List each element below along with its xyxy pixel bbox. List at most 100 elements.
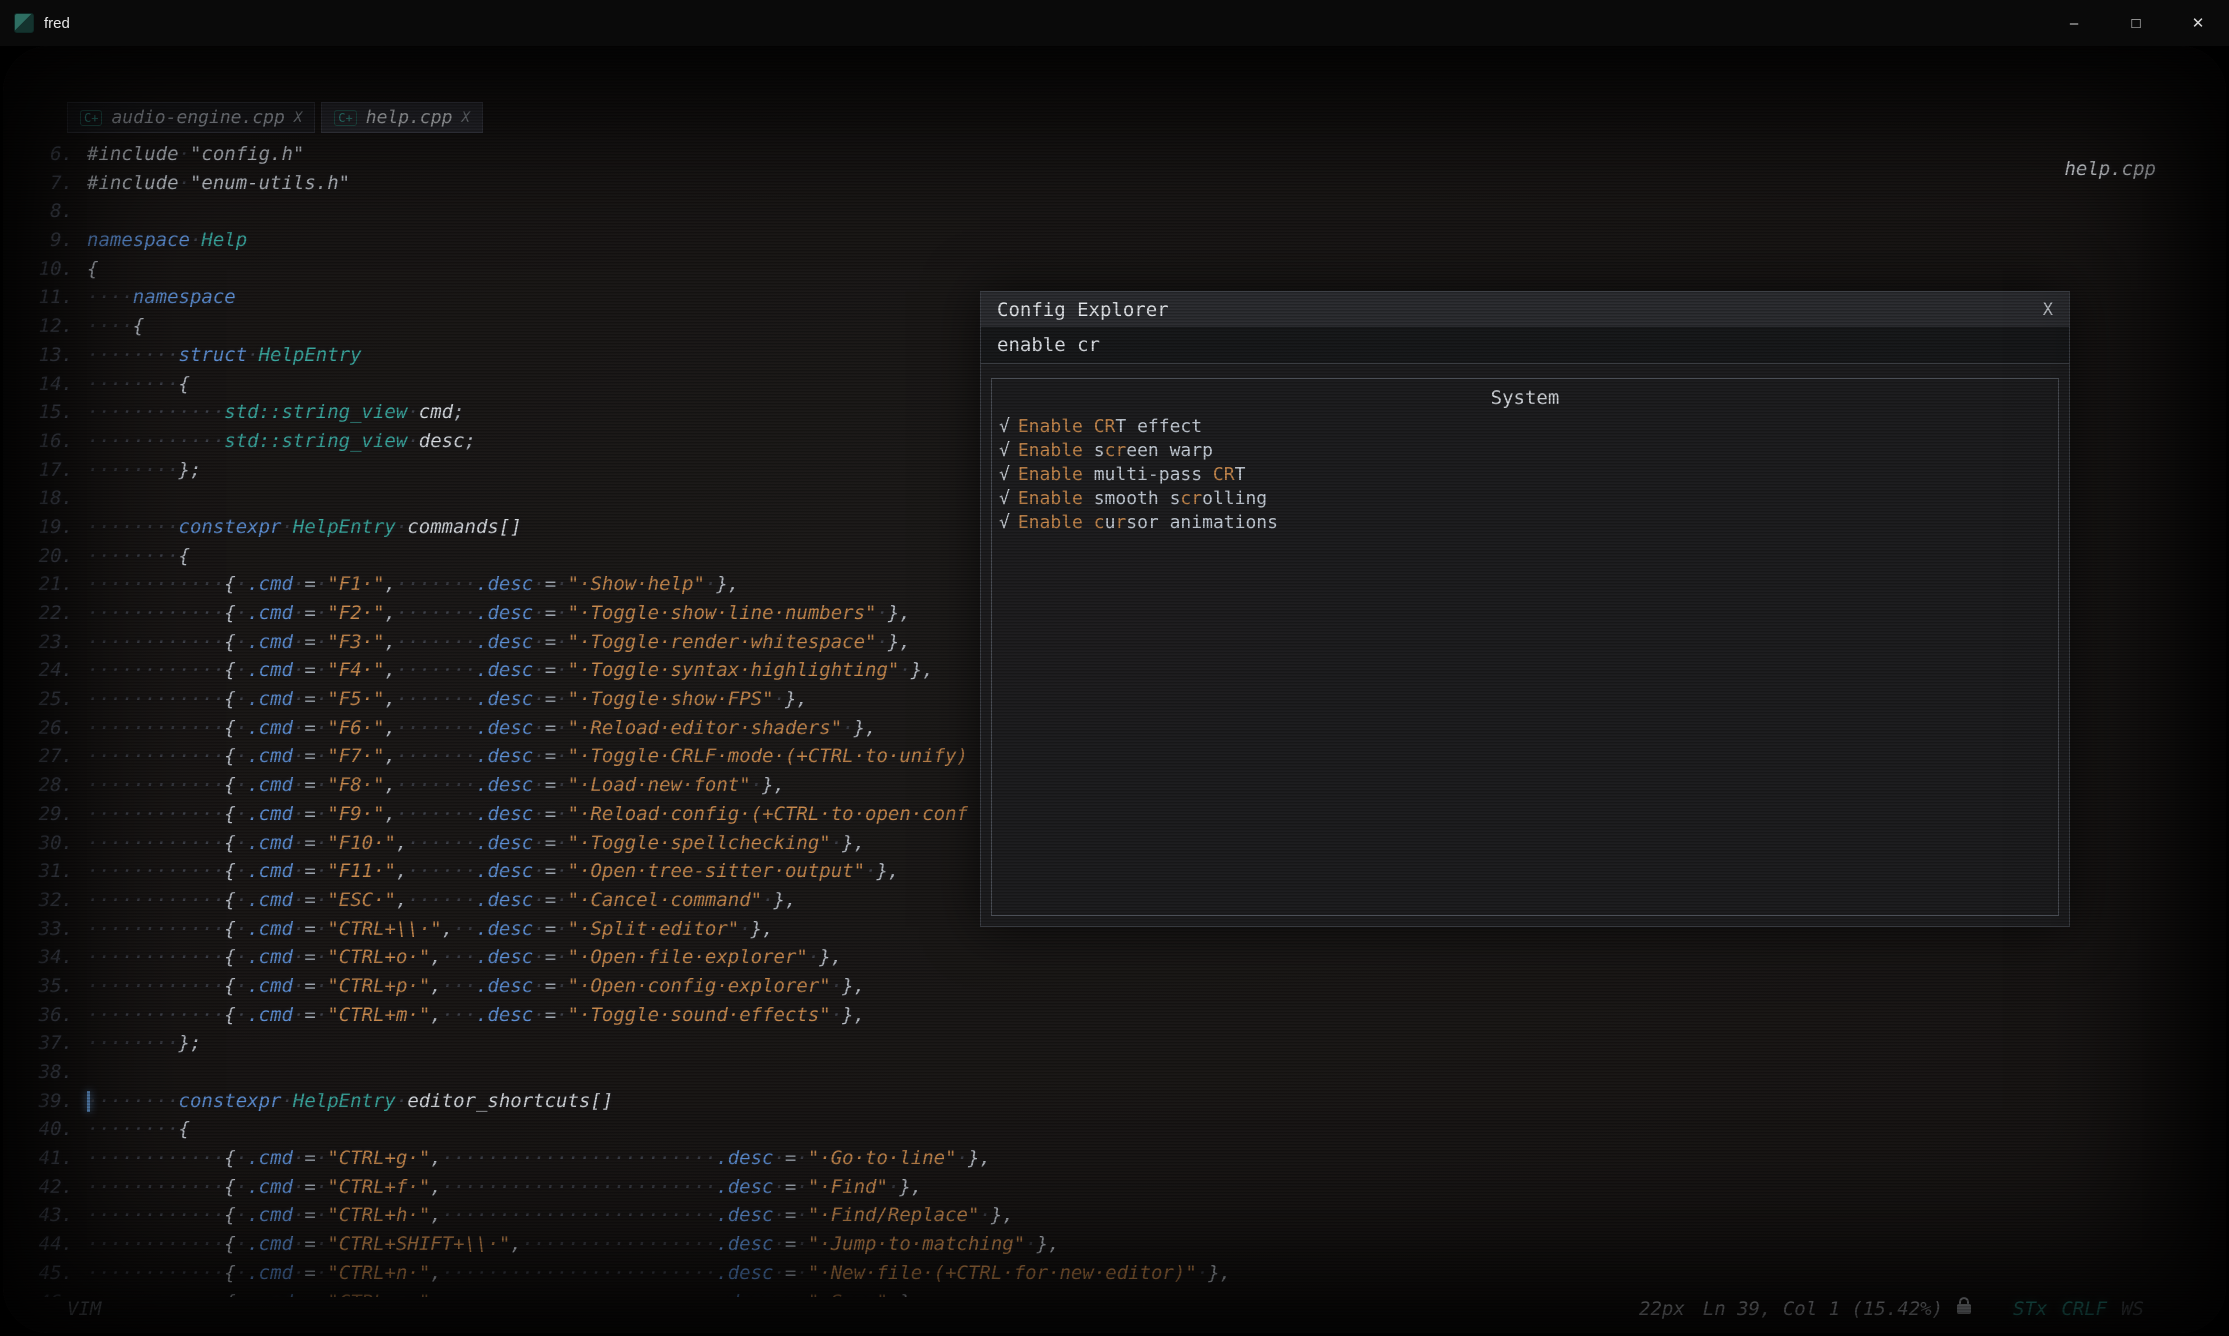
code-token: "F4·" (327, 659, 384, 681)
code-token: · (316, 1262, 327, 1284)
code-token: ············ (87, 401, 224, 423)
tab-audio-engine.cpp[interactable]: C+audio-engine.cppX (67, 102, 315, 133)
code-line[interactable]: 8. (23, 197, 2226, 226)
code-token: , (430, 1147, 441, 1169)
code-token: ············ (87, 918, 224, 940)
match-highlight: cr (1180, 488, 1202, 509)
code-line[interactable]: 36.············{·.cmd·=·"CTRL+m·",···.de… (23, 1001, 2226, 1030)
checkbox-checked-icon[interactable]: √ (999, 488, 1010, 509)
code-token: ···· (87, 286, 133, 308)
code-token: }; (179, 1032, 202, 1054)
code-token: = (304, 1262, 315, 1284)
checkbox-checked-icon[interactable]: √ (999, 440, 1010, 461)
code-token: ············ (87, 1262, 224, 1284)
tab-help.cpp[interactable]: C+help.cppX (321, 102, 483, 133)
code-token: · (556, 745, 567, 767)
code-token: { (87, 258, 98, 280)
code-token: · (236, 573, 247, 595)
code-token: "config.h" (190, 143, 304, 165)
code-token: · (293, 1004, 304, 1026)
code-token: · (773, 1147, 784, 1169)
code-line[interactable]: 10.{ (23, 255, 2226, 284)
line-number: 25. (23, 685, 73, 714)
code-token: = (545, 688, 556, 710)
code-token: .desc (476, 889, 533, 911)
title-bar: fred – □ ✕ (0, 0, 2229, 46)
checkbox-checked-icon[interactable]: √ (999, 416, 1010, 437)
maximize-button[interactable]: □ (2105, 0, 2167, 46)
checkbox-checked-icon[interactable]: √ (999, 464, 1010, 485)
code-token: · (556, 573, 567, 595)
code-token: · (773, 1204, 784, 1226)
code-line[interactable]: 40.········{ (23, 1115, 2226, 1144)
code-token: = (304, 717, 315, 739)
code-line[interactable]: 34.············{·.cmd·=·"CTRL+o·",···.de… (23, 943, 2226, 972)
minimize-button[interactable]: – (2043, 0, 2105, 46)
code-token: .desc (716, 1233, 773, 1255)
code-token: , (385, 774, 396, 796)
code-token: .cmd (247, 774, 293, 796)
tab-close-button[interactable]: X (294, 110, 302, 126)
code-token: { (179, 1118, 190, 1140)
code-token: .desc (476, 832, 533, 854)
code-token: · (316, 602, 327, 624)
code-token: · (556, 688, 567, 710)
code-line[interactable]: 44.············{·.cmd·=·"CTRL+SHIFT+\\·"… (23, 1230, 2226, 1259)
code-token: }, (785, 688, 808, 710)
code-line[interactable]: 35.············{·.cmd·=·"CTRL+p·",···.de… (23, 972, 2226, 1001)
config-item[interactable]: √Enable screen warp (992, 439, 2058, 463)
code-token: }; (179, 459, 202, 481)
checkbox-checked-icon[interactable]: √ (999, 512, 1010, 533)
code-token: "·Cancel·command" (568, 889, 762, 911)
line-number: 36. (23, 1001, 73, 1030)
code-token: · (899, 659, 910, 681)
code-token: · (533, 860, 544, 882)
code-token: }, (911, 659, 934, 681)
code-token: "·Toggle·show·FPS" (568, 688, 774, 710)
code-token: ; (465, 430, 476, 452)
code-line[interactable]: 7.#include·"enum-utils.h" (23, 169, 2226, 198)
close-button[interactable]: ✕ (2167, 0, 2229, 46)
code-line[interactable]: 43.············{·.cmd·=·"CTRL+h·",······… (23, 1201, 2226, 1230)
config-item[interactable]: √Enable multi-pass CRT (992, 463, 2058, 487)
code-token: "CTRL+\\·" (327, 918, 441, 940)
code-token: , (385, 803, 396, 825)
config-item[interactable]: √Enable smooth scrolling (992, 487, 2058, 511)
code-line[interactable]: 42.············{·.cmd·=·"CTRL+f·",······… (23, 1173, 2226, 1202)
config-search-input[interactable]: enable cr (981, 327, 2069, 364)
code-token: , (385, 717, 396, 739)
config-item-label (1083, 416, 1094, 437)
code-token: = (785, 1204, 796, 1226)
config-item[interactable]: √Enable cursor animations (992, 511, 2058, 535)
code-token: .cmd (247, 631, 293, 653)
popup-close-button[interactable]: X (2043, 300, 2053, 320)
code-token: .cmd (247, 1204, 293, 1226)
config-item-label: olling (1202, 488, 1267, 509)
code-token: ························ (442, 1262, 717, 1284)
code-token: · (236, 1004, 247, 1026)
code-token: "·Toggle·show·line·numbers" (568, 602, 877, 624)
code-line[interactable]: 38. (23, 1058, 2226, 1087)
code-line[interactable]: 37.········}; (23, 1029, 2226, 1058)
code-token: , (430, 975, 441, 997)
code-token: · (533, 688, 544, 710)
code-token: , (430, 1004, 441, 1026)
line-number: 23. (23, 628, 73, 657)
code-line[interactable]: 45.············{·.cmd·=·"CTRL+n·",······… (23, 1259, 2226, 1288)
config-item[interactable]: √Enable CRT effect (992, 415, 2058, 439)
code-line[interactable]: 41.············{·.cmd·=·"CTRL+g·",······… (23, 1144, 2226, 1173)
code-token: , (430, 1204, 441, 1226)
code-line[interactable]: 6.#include·"config.h" (23, 140, 2226, 169)
code-token: ············ (87, 1176, 224, 1198)
code-line[interactable]: 9.namespace·Help (23, 226, 2226, 255)
code-token: "·Toggle·render·whitespace" (568, 631, 877, 653)
code-token: ············ (87, 1233, 224, 1255)
code-token: }, (1208, 1262, 1231, 1284)
code-token: · (293, 745, 304, 767)
tab-close-button[interactable]: X (461, 110, 469, 126)
code-token: · (396, 1090, 407, 1112)
popup-title: Config Explorer (997, 299, 1169, 321)
code-token: · (533, 659, 544, 681)
code-line[interactable]: 39.········constexpr·HelpEntry·editor_sh… (23, 1087, 2226, 1116)
code-token: · (293, 1147, 304, 1169)
